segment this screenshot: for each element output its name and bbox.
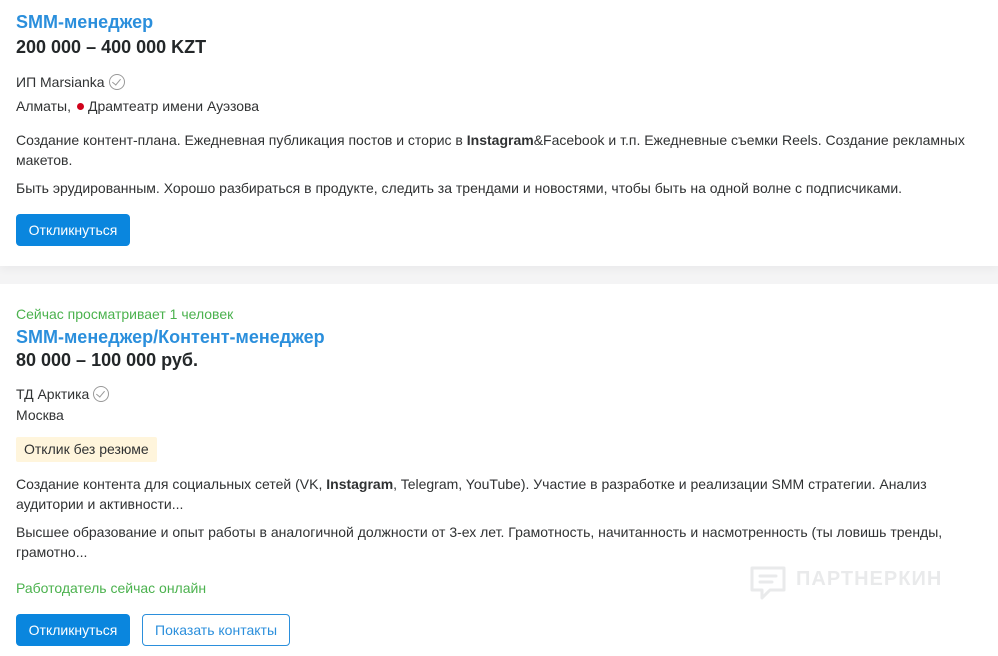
vacancy-title-link[interactable]: SMM-менеджер	[16, 12, 153, 33]
no-resume-badge: Отклик без резюме	[16, 437, 157, 462]
location-city: Алматы,	[16, 98, 71, 114]
vacancy-location: Москва	[16, 407, 64, 423]
company-row: ТД Арктика	[16, 386, 110, 402]
watermark-text: ПАРТНЕРКИН	[796, 568, 943, 590]
show-contacts-button[interactable]: Показать контакты	[142, 614, 290, 646]
vacancy-responsibility: Создание контента для социальных сетей (…	[16, 474, 976, 514]
company-name-link[interactable]: ТД Арктика	[16, 386, 89, 402]
vacancy-title-link[interactable]: SMM-менеджер/Контент-менеджер	[16, 327, 325, 348]
desc-highlight: Instagram	[466, 132, 534, 148]
employer-online-status: Работодатель сейчас онлайн	[16, 580, 207, 596]
desc-text: Создание контент-плана. Ежедневная публи…	[16, 132, 467, 148]
desc-highlight: Instagram	[326, 476, 394, 492]
apply-button[interactable]: Откликнуться	[16, 214, 130, 246]
company-row: ИП Marsianka	[16, 74, 125, 90]
company-name-link[interactable]: ИП Marsianka	[16, 74, 105, 90]
vacancy-card-1: SMM-менеджер 200 000 – 400 000 KZT ИП Ma…	[0, 0, 998, 266]
viewing-now-status: Сейчас просматривает 1 человек	[16, 306, 234, 322]
metro-station: Драмтеатр имени Ауэзова	[87, 98, 260, 114]
metro-line-icon	[76, 103, 84, 110]
vacancy-responsibility: Создание контент-плана. Ежедневная публи…	[16, 130, 976, 170]
vacancy-location: Алматы, Драмтеатр имени Ауэзова	[16, 98, 259, 114]
vacancy-salary: 200 000 – 400 000 KZT	[16, 37, 207, 57]
verified-check-icon	[108, 74, 125, 90]
vacancy-requirement: Быть эрудированным. Хорошо разбираться в…	[16, 180, 903, 196]
vacancy-card-2: Сейчас просматривает 1 человек SMM-менед…	[0, 284, 998, 656]
vacancy-requirement: Высшее образование и опыт работы в анало…	[16, 524, 943, 560]
desc-text: Создание контента для социальных сетей (…	[16, 476, 327, 492]
apply-button[interactable]: Откликнуться	[16, 614, 130, 646]
vacancy-salary: 80 000 – 100 000 руб.	[16, 350, 199, 370]
location-city: Москва	[16, 407, 64, 423]
verified-check-icon	[93, 386, 110, 402]
partnerkin-logo-icon	[750, 566, 786, 600]
